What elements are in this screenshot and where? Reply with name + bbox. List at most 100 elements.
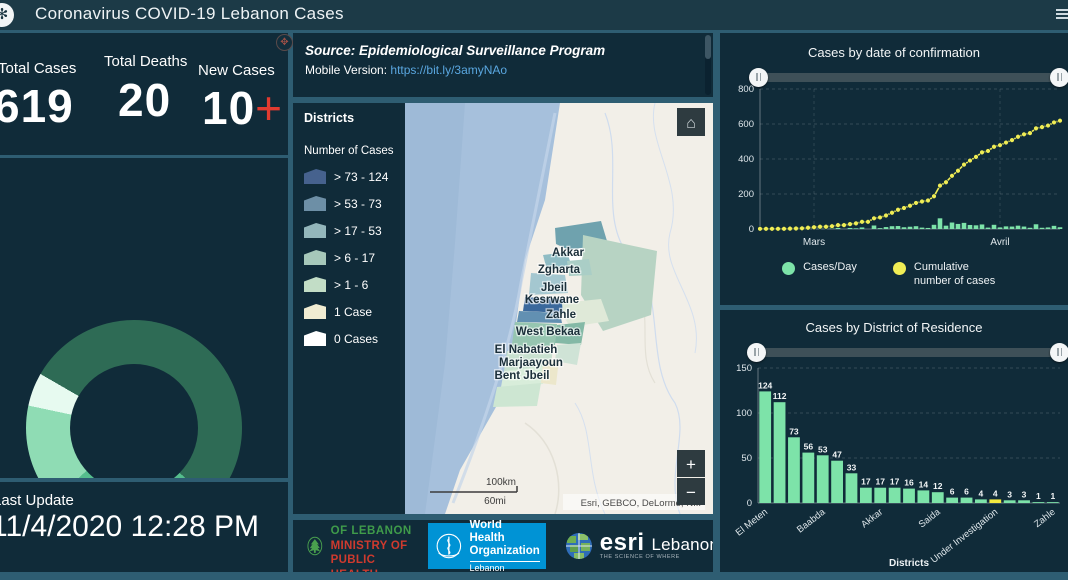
day-bar [938, 218, 943, 229]
mobile-version-link[interactable]: https://bit.ly/3amyNAo [390, 63, 507, 77]
x-axis-title: Districts [889, 558, 929, 569]
cedar-icon [307, 525, 323, 567]
cumulative-dot [782, 226, 787, 231]
who-line1: World Health [470, 520, 505, 544]
day-bar [950, 223, 955, 229]
svg-text:100: 100 [736, 408, 752, 419]
zoom-out-button[interactable]: − [677, 478, 705, 505]
cumulative-dot [950, 173, 955, 178]
district-bar [917, 490, 929, 503]
district-label: Marjaayoun [499, 357, 563, 369]
svg-text:150: 150 [736, 363, 752, 374]
svg-text:0: 0 [747, 498, 752, 509]
map-panel: Districts Number of Cases > 73 - 124> 53… [293, 103, 713, 514]
day-bar [986, 228, 991, 229]
bar-value-label: 47 [832, 450, 842, 460]
bar-value-label: 6 [950, 487, 955, 497]
district-bar [989, 499, 1001, 503]
bar-value-label: 17 [890, 477, 900, 487]
chart1-range-slider[interactable] [758, 73, 1060, 82]
day-bar [1058, 227, 1063, 229]
exposure-panel: Contact with Confirmed Case54%Travel Rel… [0, 158, 288, 478]
expand-icon[interactable]: ✥ [276, 34, 293, 51]
day-bar [1022, 227, 1027, 229]
bar-value-label: 17 [861, 477, 871, 487]
bar-value-label: 17 [876, 477, 886, 487]
cumulative-dot [998, 143, 1003, 148]
mobile-version-line: Mobile Version: https://bit.ly/3amyNAo [305, 63, 507, 77]
cumulative-dot [1028, 131, 1033, 136]
cumulative-dot [884, 213, 889, 218]
cumulative-dot [902, 206, 907, 211]
cumulative-dot [1058, 118, 1063, 123]
chart-legend-item[interactable]: Cumulative number of cases [893, 261, 1006, 289]
bar-value-label: 4 [993, 488, 998, 498]
cumulative-dot [920, 199, 925, 204]
who-emblem-icon [434, 527, 464, 565]
map-legend-class: > 53 - 73 [304, 196, 404, 211]
day-bar [962, 223, 967, 229]
cumulative-dot [788, 226, 793, 231]
map-legend: Districts Number of Cases > 73 - 124> 53… [304, 111, 404, 358]
moh-line1: REPUBLIC OF LEBANON [331, 520, 412, 539]
cumulative-dot [1004, 140, 1009, 145]
district-tick-label: Akkar [859, 507, 885, 531]
bar-value-label: 56 [804, 442, 814, 452]
cumulative-dot [824, 224, 829, 229]
day-bar [920, 228, 925, 229]
cumulative-dot [758, 226, 763, 231]
esri-logo: esriLebanon THE SCIENCE OF WHERE [564, 531, 713, 561]
confirmation-chart-panel: Cases by date of confirmation 0200400600… [720, 33, 1068, 305]
chart1-legend: Cases/Day Cumulative number of cases [720, 261, 1068, 289]
district-bar [831, 461, 843, 503]
svg-text:−: − [686, 483, 696, 502]
district-label: Akkar [552, 247, 584, 259]
cumulative-dot [986, 149, 991, 154]
day-bar [1052, 226, 1057, 229]
cumulative-dot [872, 216, 877, 221]
svg-text:⌂: ⌂ [686, 115, 696, 132]
scrollbar[interactable] [705, 35, 711, 95]
bar-value-label: 3 [1022, 489, 1027, 499]
bar-value-label: 12 [933, 481, 943, 491]
day-bar [968, 225, 973, 229]
day-bar [854, 228, 859, 229]
cumulative-dot [962, 162, 967, 167]
bar-value-label: 53 [818, 444, 828, 454]
day-bar [836, 228, 841, 229]
chart2-range-slider[interactable] [756, 348, 1060, 357]
district-label: Jbeil [541, 282, 567, 294]
district-bar [788, 437, 800, 503]
cumulative-dot [1016, 134, 1021, 139]
district-bar [975, 499, 987, 503]
dashboard: ✻ Coronavirus COVID-19 Lebanon Cases Tot… [0, 0, 1068, 580]
chart1-title: Cases by date of confirmation [720, 45, 1068, 60]
cumulative-dot [1034, 126, 1039, 131]
moh-line2: MINISTRY OF PUBLIC HEALTH [331, 539, 412, 572]
cumulative-dot [764, 226, 769, 231]
cumulative-dot [770, 226, 775, 231]
cumulative-dot [830, 224, 835, 229]
district-bar [759, 391, 771, 503]
svg-text:Mars: Mars [803, 237, 825, 248]
chart-legend-item[interactable]: Cases/Day [782, 261, 857, 289]
home-button[interactable]: ⌂ [677, 108, 705, 136]
hamburger-menu-icon[interactable] [1056, 7, 1068, 21]
day-bar [1016, 226, 1021, 229]
day-bar [944, 226, 949, 229]
logos-panel: REPUBLIC OF LEBANON MINISTRY OF PUBLIC H… [293, 520, 713, 572]
day-bar [1034, 224, 1039, 229]
map-legend-class: > 73 - 124 [304, 169, 404, 184]
svg-text:100km: 100km [486, 477, 516, 488]
district-tick-label: El Meten [734, 507, 770, 539]
lebanon-map[interactable]: AkkarZghartaJbeilKesrwaneZahleWest Bekaa… [405, 103, 713, 514]
map-legend-class: > 17 - 53 [304, 223, 404, 238]
district-bar [874, 488, 886, 503]
plus-icon: + [255, 82, 283, 134]
zoom-in-button[interactable]: + [677, 450, 705, 477]
total-deaths-label: Total Deaths [104, 53, 187, 70]
district-bar [802, 453, 814, 503]
esri-wordmark: esri [600, 529, 645, 556]
district-tick-label: Zahle [1032, 507, 1057, 530]
svg-text:0: 0 [749, 224, 754, 235]
